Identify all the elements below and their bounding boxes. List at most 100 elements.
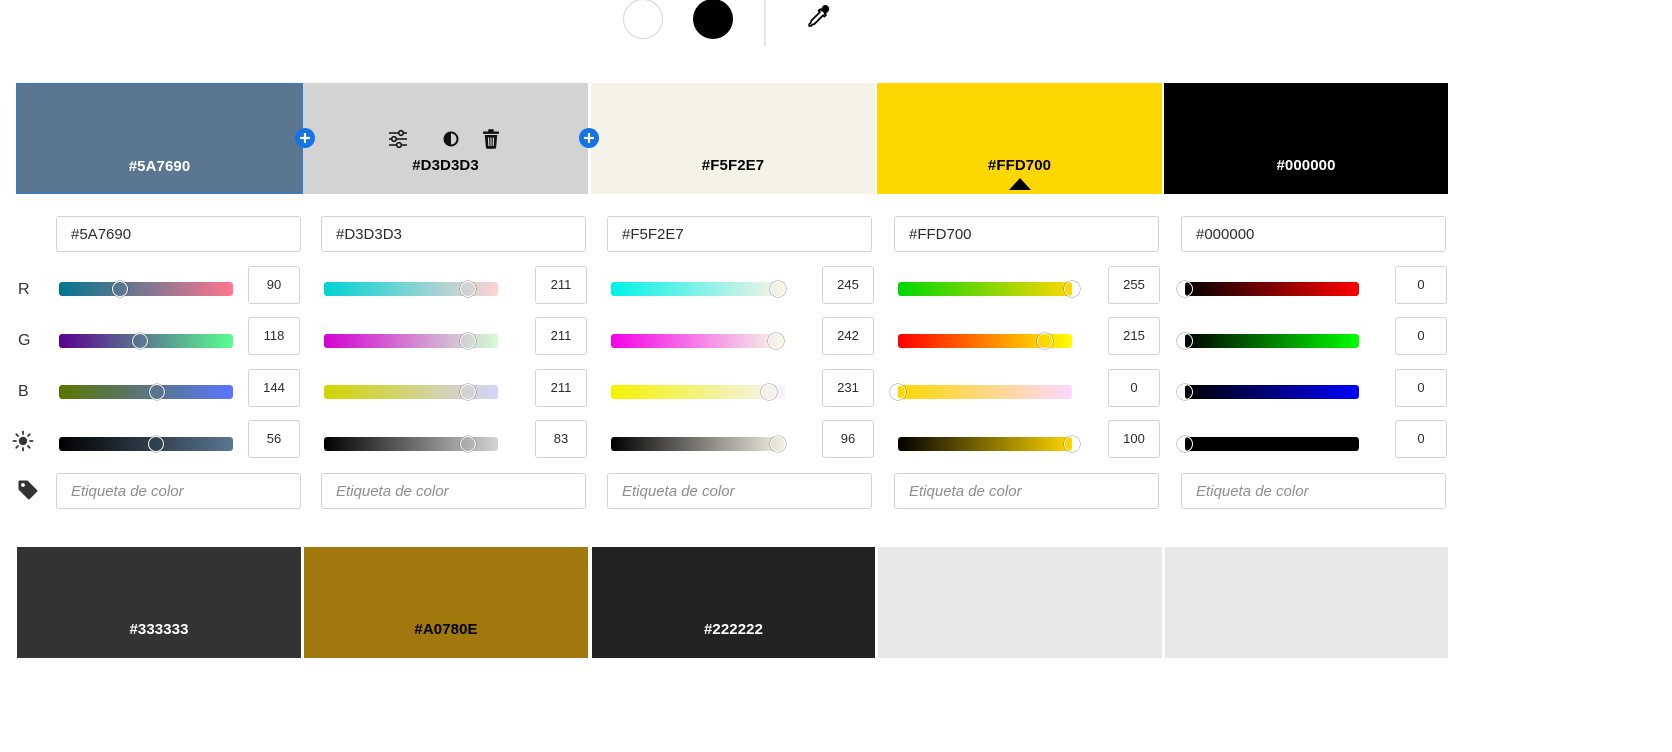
slider-thumb[interactable]	[768, 333, 784, 349]
hex-input[interactable]	[321, 216, 586, 252]
b-value-input[interactable]: 144	[248, 369, 300, 407]
b-value-input[interactable]: 231	[822, 369, 874, 407]
r-value-input[interactable]: 90	[248, 266, 300, 304]
extra-swatch-3[interactable]: #222222	[592, 547, 875, 658]
slider-thumb[interactable]	[112, 281, 128, 297]
slider-thumb[interactable]	[1064, 281, 1080, 297]
color-label-input[interactable]	[56, 473, 301, 509]
toolbar-divider	[764, 0, 766, 46]
hex-input[interactable]	[607, 216, 872, 252]
slider-thumb[interactable]	[460, 436, 476, 452]
r-value-input[interactable]: 211	[535, 266, 587, 304]
slider-thumb[interactable]	[148, 436, 164, 452]
color-label-input[interactable]	[1181, 473, 1446, 509]
blue-channel-label: B	[18, 383, 29, 400]
g-value-input[interactable]: 211	[535, 317, 587, 355]
g-value-input[interactable]: 242	[822, 317, 874, 355]
slider-thumb[interactable]	[761, 384, 777, 400]
brightness-value-input[interactable]: 83	[535, 420, 587, 458]
slider-thumb[interactable]	[1037, 333, 1053, 349]
g-value-input[interactable]: 118	[248, 317, 300, 355]
g-slider[interactable]	[324, 333, 498, 349]
black-color-button[interactable]	[693, 0, 733, 39]
brightness-value-input[interactable]: 100	[1108, 420, 1160, 458]
slider-thumb[interactable]	[770, 436, 786, 452]
r-slider[interactable]	[611, 281, 786, 297]
color-label-input[interactable]	[607, 473, 872, 509]
trash-icon[interactable]	[479, 127, 503, 151]
selected-swatch-caret	[1008, 178, 1031, 190]
swatch-hex-label: #D3D3D3	[412, 157, 479, 174]
color-label-input[interactable]	[321, 473, 586, 509]
swatch-hex-label: #333333	[129, 621, 189, 638]
hex-input[interactable]	[894, 216, 1159, 252]
green-channel-label: G	[18, 332, 31, 349]
g-slider[interactable]	[59, 333, 233, 349]
swatch-hex-label: #F5F2E7	[701, 157, 765, 174]
b-value-input[interactable]: 0	[1108, 369, 1160, 407]
brightness-slider[interactable]	[1177, 436, 1359, 452]
r-slider[interactable]	[59, 281, 233, 297]
swatch-1[interactable]: #5A7690	[16, 83, 303, 194]
slider-thumb[interactable]	[1177, 436, 1193, 452]
b-slider[interactable]	[324, 384, 498, 400]
tag-icon	[17, 479, 39, 506]
slider-thumb[interactable]	[1064, 436, 1080, 452]
slider-thumb[interactable]	[460, 333, 476, 349]
swatch-3[interactable]: #F5F2E7	[591, 83, 875, 194]
g-slider[interactable]	[611, 333, 785, 349]
brightness-value-input[interactable]: 0	[1395, 420, 1447, 458]
add-color-icon[interactable]	[295, 128, 315, 148]
slider-thumb[interactable]	[1177, 333, 1193, 349]
extra-swatch-1[interactable]: #333333	[17, 547, 301, 658]
white-color-button[interactable]	[623, 0, 663, 39]
slider-thumb[interactable]	[149, 384, 165, 400]
r-value-input[interactable]: 255	[1108, 266, 1160, 304]
g-value-input[interactable]: 215	[1108, 317, 1160, 355]
extra-swatch-4[interactable]	[878, 547, 1162, 658]
hex-input[interactable]	[56, 216, 301, 252]
slider-thumb[interactable]	[770, 281, 786, 297]
g-slider[interactable]	[898, 333, 1072, 349]
slider-thumb[interactable]	[132, 333, 148, 349]
swatch-5[interactable]: #000000	[1164, 83, 1448, 194]
hex-input[interactable]	[1181, 216, 1446, 252]
red-channel-label: R	[18, 281, 30, 298]
b-value-input[interactable]: 211	[535, 369, 587, 407]
b-slider[interactable]	[890, 384, 1072, 400]
swatch-hex-label: #FFD700	[987, 157, 1052, 174]
contrast-icon[interactable]	[439, 127, 463, 151]
b-slider[interactable]	[59, 384, 233, 400]
add-color-icon[interactable]	[579, 128, 599, 148]
r-slider[interactable]	[324, 281, 498, 297]
b-slider[interactable]	[1177, 384, 1359, 400]
slider-thumb[interactable]	[1177, 281, 1193, 297]
brightness-slider[interactable]	[898, 436, 1080, 452]
sun-icon	[12, 430, 34, 457]
brightness-value-input[interactable]: 56	[248, 420, 300, 458]
r-slider[interactable]	[1177, 281, 1359, 297]
brightness-value-input[interactable]: 96	[822, 420, 874, 458]
eyedropper-icon[interactable]	[804, 3, 834, 33]
slider-thumb[interactable]	[1177, 384, 1193, 400]
color-label-input[interactable]	[894, 473, 1159, 509]
sliders-icon[interactable]	[386, 127, 410, 151]
extra-swatch-2[interactable]: #A0780E	[304, 547, 588, 658]
slider-thumb[interactable]	[460, 384, 476, 400]
slider-thumb[interactable]	[460, 281, 476, 297]
swatch-2[interactable]: #D3D3D3	[303, 83, 588, 194]
r-slider[interactable]	[898, 281, 1080, 297]
slider-thumb[interactable]	[890, 384, 906, 400]
extra-swatch-5[interactable]	[1165, 547, 1448, 658]
b-slider[interactable]	[611, 384, 785, 400]
swatch-4[interactable]: #FFD700	[877, 83, 1162, 194]
r-value-input[interactable]: 0	[1395, 266, 1447, 304]
r-value-input[interactable]: 245	[822, 266, 874, 304]
g-slider[interactable]	[1177, 333, 1359, 349]
brightness-slider[interactable]	[611, 436, 786, 452]
swatch-hex-label: #5A7690	[128, 158, 191, 175]
brightness-slider[interactable]	[59, 436, 233, 452]
g-value-input[interactable]: 0	[1395, 317, 1447, 355]
brightness-slider[interactable]	[324, 436, 498, 452]
b-value-input[interactable]: 0	[1395, 369, 1447, 407]
